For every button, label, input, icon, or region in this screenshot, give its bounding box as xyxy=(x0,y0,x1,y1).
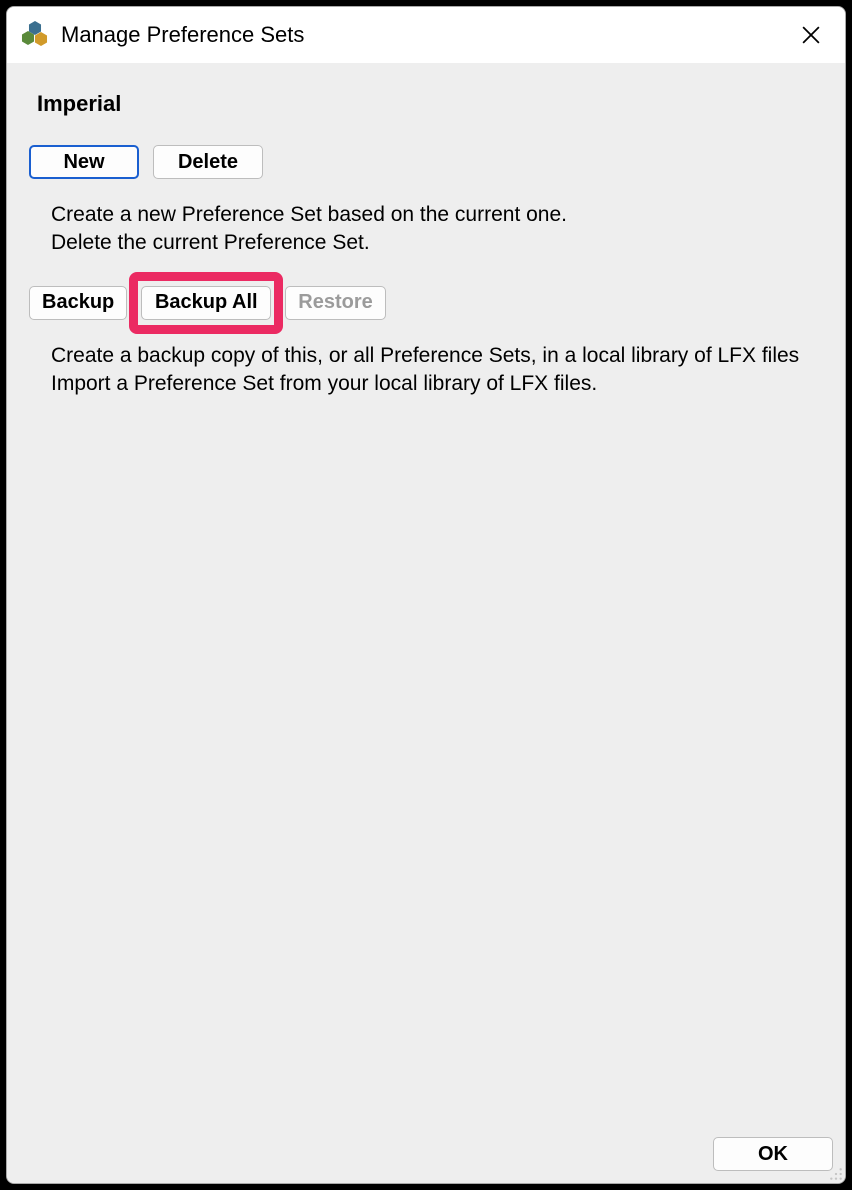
dialog-window: Manage Preference Sets Imperial New Dele… xyxy=(6,6,846,1184)
close-icon xyxy=(802,26,820,44)
backup-all-button[interactable]: Backup All xyxy=(141,286,271,320)
ok-button[interactable]: OK xyxy=(713,1137,833,1171)
backup-all-highlight: Backup All xyxy=(141,286,271,320)
backup-restore-description: Create a backup copy of this, or all Pre… xyxy=(7,342,845,399)
app-icon xyxy=(21,21,49,49)
current-set-name: Imperial xyxy=(7,91,845,117)
dialog-footer: OK xyxy=(713,1137,833,1171)
titlebar: Manage Preference Sets xyxy=(7,7,845,63)
new-delete-description: Create a new Preference Set based on the… xyxy=(7,201,845,258)
row-new-delete: New Delete xyxy=(7,145,845,179)
dialog-body: Imperial New Delete Create a new Prefere… xyxy=(7,63,845,1183)
new-button[interactable]: New xyxy=(29,145,139,179)
window-title: Manage Preference Sets xyxy=(61,22,791,48)
row-backup-restore: Backup Backup All Restore xyxy=(7,286,845,320)
restore-button: Restore xyxy=(285,286,385,320)
delete-button[interactable]: Delete xyxy=(153,145,263,179)
backup-button[interactable]: Backup xyxy=(29,286,127,320)
resize-grip[interactable] xyxy=(829,1167,843,1181)
close-button[interactable] xyxy=(791,15,831,55)
